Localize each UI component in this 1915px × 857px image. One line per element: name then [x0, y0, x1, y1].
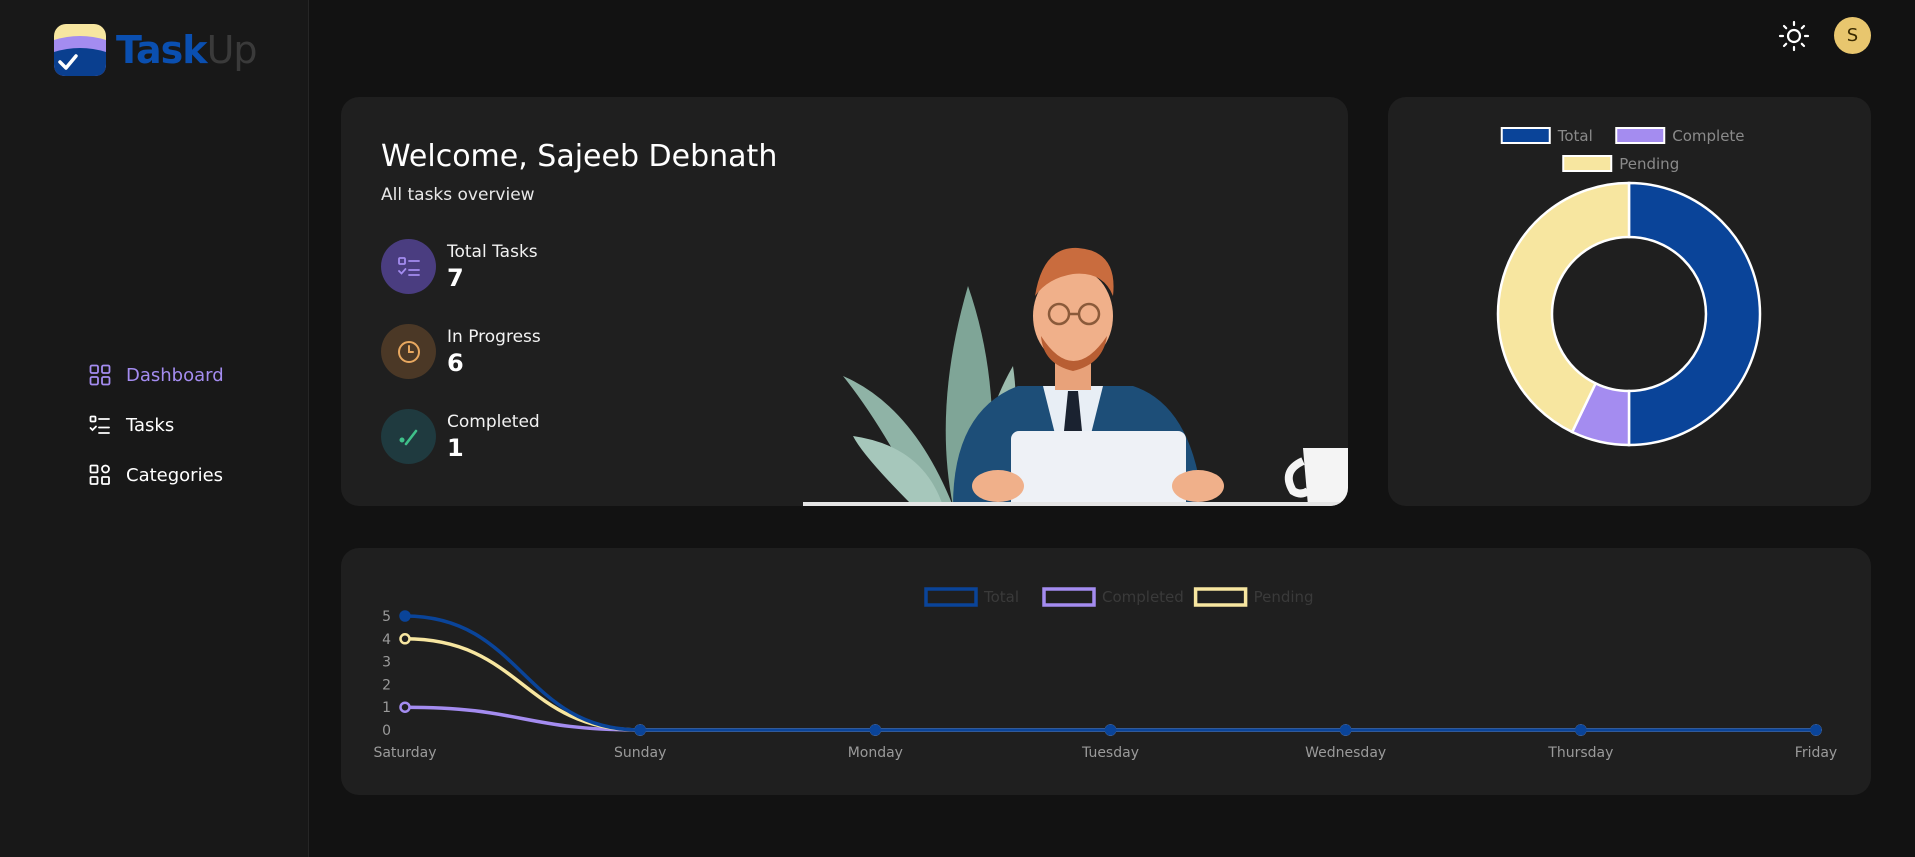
legend-label[interactable]: Complete	[1672, 127, 1744, 145]
data-point[interactable]	[634, 724, 646, 736]
sidebar-item-label: Tasks	[126, 414, 175, 436]
sidebar-item-dashboard[interactable]: Dashboard	[88, 350, 224, 400]
stat-completed: Completed 1	[381, 409, 540, 464]
welcome-card: Welcome, Sajeeb Debnath All tasks overvi…	[341, 97, 1348, 506]
y-tick-label: 1	[382, 700, 391, 716]
logo[interactable]: TaskUp	[52, 22, 257, 78]
stat-value: 1	[447, 433, 464, 462]
donut-slice-total[interactable]	[1627, 181, 1762, 447]
x-tick-label: Friday	[1795, 745, 1837, 761]
data-point[interactable]	[1339, 724, 1352, 736]
legend-label[interactable]: Pending	[1254, 588, 1314, 606]
avatar[interactable]: S	[1834, 17, 1871, 54]
logo-icon	[54, 24, 106, 76]
series-line-pending	[404, 637, 1817, 732]
stat-total-tasks: Total Tasks 7	[381, 239, 538, 294]
x-tick-label: Tuesday	[1081, 745, 1139, 761]
legend-label[interactable]: Pending	[1619, 155, 1679, 173]
stat-in-progress: In Progress 6	[381, 324, 541, 379]
stat-label: Total Tasks	[447, 241, 538, 262]
data-point[interactable]	[1104, 724, 1117, 736]
donut-chart-card: Total Complete Pending	[1388, 97, 1871, 506]
sun-icon	[1778, 20, 1810, 52]
dashboard-icon	[88, 363, 112, 387]
legend-label[interactable]: Total	[1557, 127, 1593, 145]
stat-value: 7	[447, 263, 464, 292]
y-tick-label: 3	[382, 655, 391, 671]
sidebar: TaskUp Dashboard Tasks Categories	[0, 0, 309, 857]
data-point[interactable]	[399, 701, 411, 713]
stat-label: In Progress	[447, 326, 541, 347]
legend-swatch[interactable]	[1615, 127, 1666, 144]
legend-swatch[interactable]	[1562, 155, 1613, 172]
sidebar-item-label: Categories	[126, 464, 224, 486]
data-point[interactable]	[869, 724, 882, 736]
clock-icon	[381, 324, 436, 379]
welcome-title: Welcome, Sajeeb Debnath	[381, 139, 778, 174]
legend-swatch[interactable]	[1042, 587, 1096, 607]
y-tick-label: 5	[382, 609, 391, 625]
y-tick-label: 2	[382, 677, 391, 693]
x-tick-label: Saturday	[373, 745, 436, 761]
check-icon	[381, 409, 436, 464]
donut-chart: Total Complete Pending	[1496, 127, 1762, 447]
line-chart: Total Completed Pending 0 1 2 3 4 5 Saturday Sunda…	[373, 587, 1837, 761]
stat-label: Completed	[447, 411, 540, 432]
sidebar-nav: Dashboard Tasks Categories	[88, 350, 224, 500]
x-tick-label: Wednesday	[1305, 745, 1386, 761]
data-point[interactable]	[1810, 724, 1822, 736]
sidebar-item-label: Dashboard	[126, 364, 224, 386]
categories-icon	[88, 463, 112, 487]
legend-label[interactable]: Completed	[1102, 588, 1184, 606]
line-chart-card: Total Completed Pending 0 1 2 3 4 5 Saturday Sunda…	[341, 548, 1871, 795]
x-tick-label: Sunday	[614, 745, 666, 761]
data-point[interactable]	[1575, 724, 1587, 736]
welcome-subtitle: All tasks overview	[381, 185, 535, 205]
sidebar-item-categories[interactable]: Categories	[88, 450, 224, 500]
y-tick-label: 0	[382, 723, 391, 739]
legend-swatch[interactable]	[1193, 587, 1248, 607]
stat-value: 6	[447, 348, 464, 377]
series-line-total	[404, 614, 1817, 732]
sidebar-item-tasks[interactable]: Tasks	[88, 400, 224, 450]
checklist-icon	[381, 239, 436, 294]
logo-text: TaskUp	[116, 28, 257, 72]
illustration-person-laptop	[803, 247, 1348, 506]
theme-toggle-button[interactable]	[1778, 20, 1810, 52]
legend-label[interactable]: Total	[983, 588, 1019, 606]
y-tick-label: 4	[382, 632, 391, 648]
data-point[interactable]	[399, 633, 411, 645]
data-point[interactable]	[399, 610, 411, 622]
x-tick-label: Thursday	[1547, 745, 1613, 761]
legend-swatch[interactable]	[924, 587, 978, 607]
x-tick-label: Monday	[848, 745, 903, 761]
legend-swatch[interactable]	[1500, 127, 1551, 144]
tasks-icon	[88, 413, 112, 437]
